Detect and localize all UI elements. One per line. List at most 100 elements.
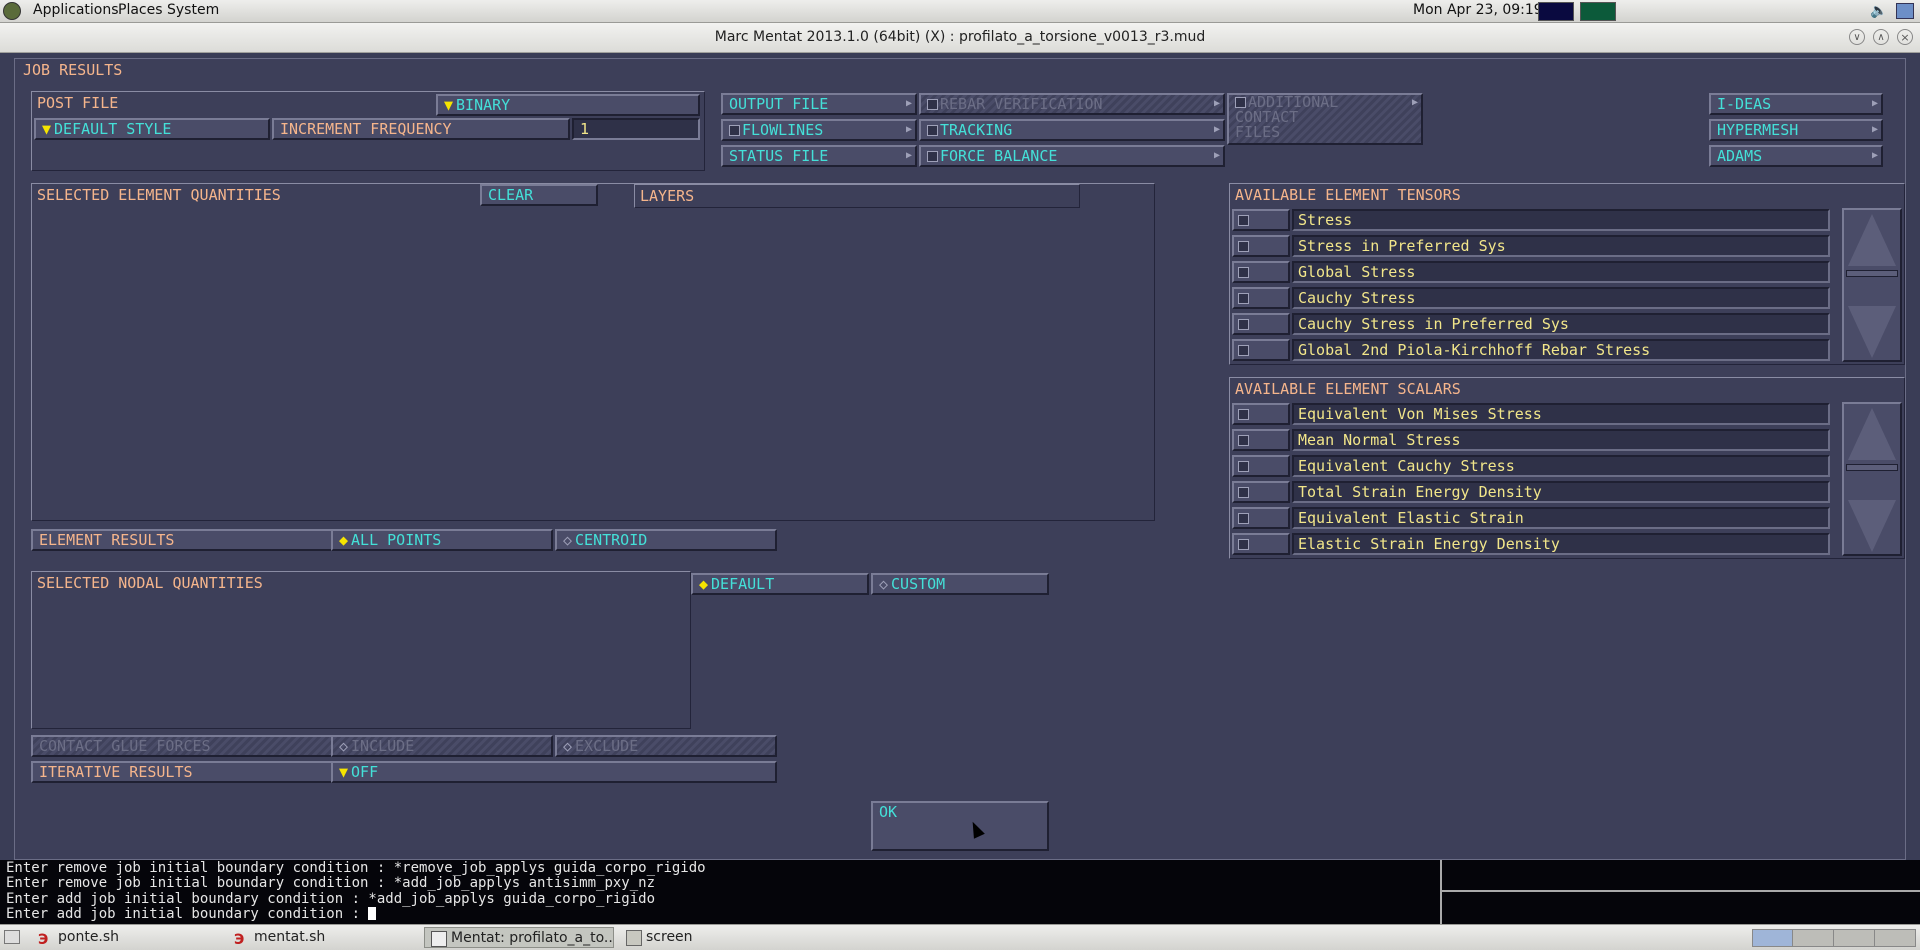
hypermesh-button[interactable]: HYPERMESH ▶ <box>1709 119 1883 141</box>
workspace-switcher[interactable] <box>1752 929 1916 947</box>
list-item[interactable]: Mean Normal Stress <box>1232 428 1830 452</box>
increment-frequency-input[interactable]: 1 <box>572 118 700 140</box>
layers-box[interactable]: LAYERS <box>634 184 1080 208</box>
workspace-4[interactable] <box>1876 930 1916 946</box>
menu-system[interactable]: System <box>167 2 219 18</box>
panel-clock[interactable]: Mon Apr 23, 09:19 <box>1413 2 1543 18</box>
console-line: Enter add job initial boundary condition… <box>6 890 656 907</box>
default-style-button[interactable]: ▼ DEFAULT STYLE <box>34 118 270 140</box>
workspace-1[interactable] <box>1753 930 1793 946</box>
checkbox-icon <box>1232 209 1290 231</box>
centroid-radio[interactable]: ◇ CENTROID <box>555 529 777 551</box>
workspace-2[interactable] <box>1794 930 1834 946</box>
all-points-radio[interactable]: ◆ ALL POINTS <box>331 529 553 551</box>
clear-button[interactable]: CLEAR <box>480 184 598 206</box>
include-radio: ◇ INCLUDE <box>331 735 553 757</box>
scroll-up-arrow-icon[interactable] <box>1848 408 1896 460</box>
window-titlebar[interactable]: Marc Mentat 2013.1.0 (64bit) (X) : profi… <box>0 23 1920 53</box>
maximize-icon[interactable]: ∧ <box>1873 29 1889 45</box>
text-cursor <box>368 907 377 921</box>
nodal-default-radio[interactable]: ◆ DEFAULT <box>691 573 869 595</box>
list-item[interactable]: Global 2nd Piola-Kirchhoff Rebar Stress <box>1232 338 1830 362</box>
scalars-scrollbar[interactable] <box>1842 402 1902 556</box>
scroll-thumb[interactable] <box>1846 270 1898 277</box>
nodal-custom-radio[interactable]: ◇ CUSTOM <box>871 573 1049 595</box>
post-file-frame: POST FILE ▼ BINARY ▼ DEFAULT STYLE INCREME… <box>31 91 705 171</box>
dropdown-triangle-icon: ▼ <box>42 120 52 138</box>
tensors-list: Stress Stress in Preferred Sys Global St… <box>1232 208 1832 364</box>
volume-icon[interactable]: 🔈 <box>1870 3 1887 19</box>
submenu-arrow-icon: ▶ <box>1213 150 1220 161</box>
menu-places[interactable]: Places <box>118 2 163 18</box>
scroll-up-arrow-icon[interactable] <box>1848 214 1896 266</box>
layers-label: LAYERS <box>640 187 695 205</box>
task-mentat-window[interactable]: Mentat: profilato_a_to... <box>424 927 614 948</box>
checkbox-icon <box>1232 235 1290 257</box>
increment-frequency-label: INCREMENT FREQUENCY <box>272 118 570 140</box>
cpu-monitor-icon[interactable] <box>1538 2 1574 21</box>
list-item[interactable]: Global Stress <box>1232 260 1830 284</box>
radio-unselected-icon: ◇ <box>879 575 889 593</box>
folder-icon <box>626 930 642 946</box>
list-item[interactable]: Stress <box>1232 208 1830 232</box>
close-icon[interactable]: × <box>1897 29 1913 45</box>
task-screen[interactable]: screen <box>620 927 810 948</box>
dropdown-triangle-icon: ▼ <box>339 763 349 781</box>
console-line[interactable]: Enter add job initial boundary condition… <box>6 906 1434 922</box>
list-item[interactable]: Cauchy Stress in Preferred Sys <box>1232 312 1830 336</box>
list-item[interactable]: Equivalent Elastic Strain <box>1232 506 1830 530</box>
ideas-button[interactable]: I-DEAS ▶ <box>1709 93 1883 115</box>
force-balance-button[interactable]: FORCE BALANCE ▶ <box>919 145 1225 167</box>
console-line: Enter remove job initial boundary condit… <box>6 860 706 876</box>
scroll-down-arrow-icon[interactable] <box>1848 306 1896 358</box>
checkbox-icon <box>1232 313 1290 335</box>
status-file-button[interactable]: STATUS FILE ▶ <box>721 145 917 167</box>
checkbox-icon <box>1232 533 1290 555</box>
ok-button[interactable]: OK <box>871 801 1049 851</box>
submenu-arrow-icon: ▶ <box>905 124 912 135</box>
command-console[interactable]: Enter remove job initial boundary condit… <box>0 860 1440 924</box>
available-element-tensors-frame: AVAILABLE ELEMENT TENSORS Stress Stress … <box>1229 183 1905 365</box>
post-file-label: POST FILE <box>37 94 119 112</box>
selected-nodal-quantities-frame: SELECTED NODAL QUANTITIES <box>31 571 691 729</box>
network-monitor-icon[interactable] <box>1580 2 1616 21</box>
workspace-3[interactable] <box>1835 930 1875 946</box>
checkbox-icon <box>927 151 938 162</box>
list-item[interactable]: Equivalent Cauchy Stress <box>1232 454 1830 478</box>
scroll-down-arrow-icon[interactable] <box>1848 500 1896 552</box>
adams-button[interactable]: ADAMS ▶ <box>1709 145 1883 167</box>
console-side-panel <box>1440 860 1920 924</box>
exclude-radio: ◇ EXCLUDE <box>555 735 777 757</box>
submenu-arrow-icon: ▶ <box>905 98 912 109</box>
minimize-icon[interactable]: ∨ <box>1849 29 1865 45</box>
list-item[interactable]: Equivalent Von Mises Stress <box>1232 402 1830 426</box>
list-item[interactable]: Cauchy Stress <box>1232 286 1830 310</box>
post-file-format-button[interactable]: ▼ BINARY <box>436 94 700 116</box>
tensors-scrollbar[interactable] <box>1842 208 1902 362</box>
mentat-icon: Э <box>38 932 49 948</box>
top-panel: Applications Places System Mon Apr 23, 0… <box>0 0 1920 23</box>
radio-unselected-icon: ◇ <box>563 737 573 755</box>
show-desktop-icon[interactable] <box>4 930 20 944</box>
dropdown-triangle-icon: ▼ <box>444 96 454 114</box>
list-item[interactable]: Total Strain Energy Density <box>1232 480 1830 504</box>
list-item[interactable]: Stress in Preferred Sys <box>1232 234 1830 258</box>
gnome-foot-icon[interactable] <box>3 2 21 20</box>
additional-contact-files-button: ADDITIONAL CONTACT FILES ▶ <box>1227 93 1423 145</box>
applet-icon[interactable] <box>1896 3 1914 19</box>
iterative-results-dropdown[interactable]: ▼ OFF <box>331 761 777 783</box>
element-results-label: ELEMENT RESULTS <box>31 529 343 551</box>
taskbar: Эponte.sh Эmentat.sh Mentat: profilato_a… <box>0 924 1920 950</box>
tracking-button[interactable]: TRACKING ▶ <box>919 119 1225 141</box>
menu-applications[interactable]: Applications <box>33 2 119 18</box>
scroll-thumb[interactable] <box>1846 464 1898 471</box>
list-item[interactable]: Elastic Strain Energy Density <box>1232 532 1830 556</box>
selected-element-quantities-label: SELECTED ELEMENT QUANTITIES <box>37 186 281 204</box>
task-mentat[interactable]: Эmentat.sh <box>228 927 418 948</box>
flowlines-button[interactable]: FLOWLINES ▶ <box>721 119 917 141</box>
checkbox-icon <box>1232 429 1290 451</box>
window-title: Marc Mentat 2013.1.0 (64bit) (X) : profi… <box>714 29 1206 45</box>
available-element-scalars-frame: AVAILABLE ELEMENT SCALARS Equivalent Von… <box>1229 377 1905 559</box>
output-file-button[interactable]: OUTPUT FILE ▶ <box>721 93 917 115</box>
task-ponte[interactable]: Эponte.sh <box>32 927 222 948</box>
